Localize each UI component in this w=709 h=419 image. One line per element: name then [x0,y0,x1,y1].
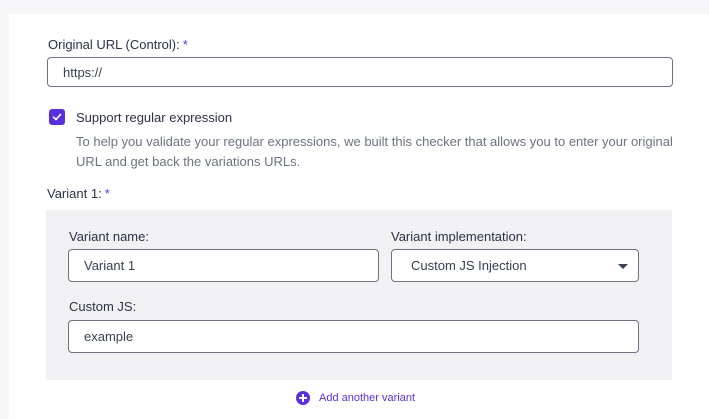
required-mark: * [104,186,110,201]
original-url-label: Original URL (Control): * [48,37,188,52]
variant-name-label: Variant name: [69,229,149,244]
variant-implementation-value: Custom JS Injection [411,258,527,273]
variant-1-label-text: Variant 1: [47,186,102,201]
custom-js-label: Custom JS: [69,299,137,314]
regex-help-text: To help you validate your regular expres… [76,134,673,169]
add-variant-label: Add another variant [319,392,416,404]
original-url-input[interactable]: https:// [47,57,673,87]
required-mark: * [182,37,188,52]
original-url-label-text: Original URL (Control): [48,37,180,52]
original-url-value: https:// [63,64,103,80]
plus-circle-icon [296,391,310,405]
variant-implementation-label: Variant implementation: [391,229,527,244]
checkmark-icon [52,113,62,121]
regex-label[interactable]: Support regular expression [76,110,232,125]
variant-name-input[interactable]: Variant 1 [68,249,379,282]
variant-implementation-select[interactable]: Custom JS Injection [391,249,639,282]
variant-1-label: Variant 1: * [47,186,110,201]
custom-js-value: example [84,329,134,344]
variant-name-value: Variant 1 [84,258,136,273]
custom-js-input[interactable]: example [68,320,639,353]
caret-down-icon [618,264,628,269]
add-variant-button[interactable]: Add another variant [296,391,415,405]
regex-checkbox[interactable] [49,109,65,125]
